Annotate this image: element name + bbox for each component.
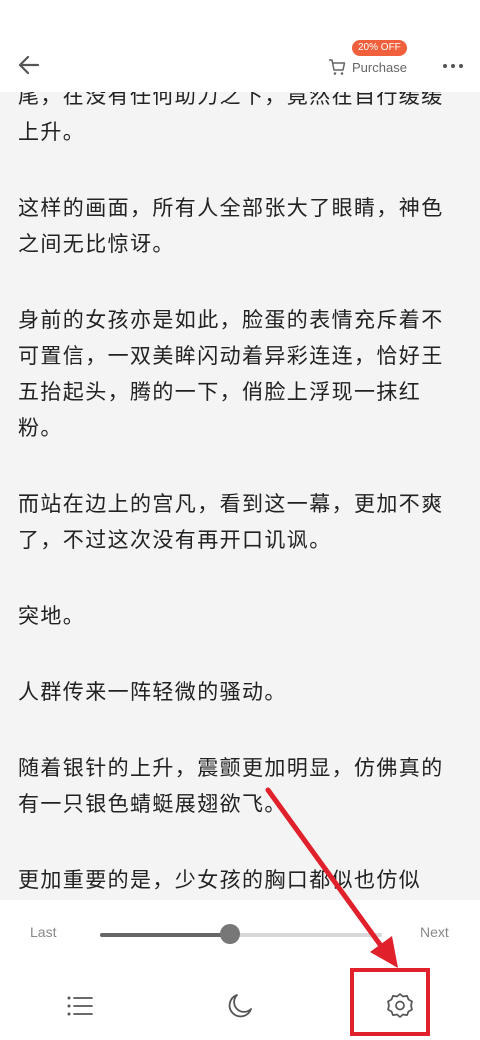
- slider-thumb[interactable]: [219, 924, 240, 944]
- next-chapter-button[interactable]: Next: [420, 924, 449, 940]
- back-button[interactable]: [14, 50, 44, 80]
- arrow-left-icon: [18, 55, 40, 75]
- purchase-label: Purchase: [352, 59, 407, 75]
- night-mode-button[interactable]: [220, 986, 260, 1026]
- paragraph: 身前的女孩亦是如此，脸蛋的表情充斥着不可置信，一双美眸闪动着异彩连连，恰好王五抬…: [18, 308, 444, 440]
- paragraph: 更加重要的是，少女孩的胸口都似也仿似: [18, 868, 422, 892]
- cart-icon: [329, 59, 346, 75]
- more-dot: [443, 64, 447, 68]
- paragraph: 人群传来一阵轻微的骚动。: [18, 680, 287, 704]
- chapter-progress-slider[interactable]: [100, 924, 382, 944]
- top-bar: 20% OFF Purchase: [0, 0, 480, 92]
- more-dot: [451, 64, 455, 68]
- list-icon: [67, 996, 93, 1016]
- discount-badge: 20% OFF: [352, 40, 407, 56]
- more-dot: [459, 64, 463, 68]
- slider-fill: [100, 933, 230, 937]
- moon-icon: [228, 994, 252, 1018]
- table-of-contents-button[interactable]: [60, 986, 100, 1026]
- paragraph: 随着银针的上升，震颤更加明显，仿佛真的有一只银色蜻蜓展翅欲飞。: [18, 756, 444, 816]
- purchase-button[interactable]: 20% OFF Purchase: [328, 40, 407, 82]
- more-button[interactable]: [436, 54, 470, 78]
- annotation-highlight-box: [350, 968, 430, 1036]
- last-chapter-button[interactable]: Last: [30, 924, 56, 940]
- paragraph: 而站在边上的宫凡，看到这一幕，更加不爽了，不过这次没有再开口讥讽。: [18, 492, 444, 552]
- reading-content[interactable]: 尾，在没有任何助力之下，竟然在自行缓缓上升。 这样的画面，所有人全部张大了眼睛，…: [18, 78, 464, 900]
- paragraph: 突地。: [18, 604, 86, 628]
- paragraph: 这样的画面，所有人全部张大了眼睛，神色之间无比惊讶。: [18, 196, 444, 256]
